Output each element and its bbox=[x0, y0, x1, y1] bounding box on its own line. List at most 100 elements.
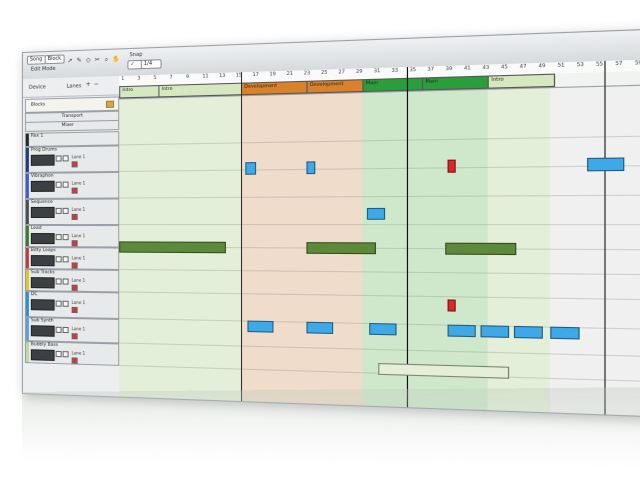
hand-tool-icon[interactable]: ✋ bbox=[112, 56, 120, 63]
mute-button[interactable] bbox=[55, 278, 62, 285]
note-clip[interactable] bbox=[550, 326, 580, 340]
note-clip[interactable] bbox=[587, 157, 625, 172]
record-enable-button[interactable] bbox=[71, 262, 78, 269]
solo-button[interactable] bbox=[62, 234, 69, 241]
track-bitty-loops[interactable]: Bitty Loops Lane 1 bbox=[24, 247, 120, 270]
track-color-strip bbox=[25, 226, 29, 247]
device-thumbnail-icon[interactable] bbox=[30, 325, 55, 337]
mute-button[interactable] bbox=[55, 350, 62, 358]
device-thumbnail-icon[interactable] bbox=[30, 255, 55, 267]
ruler-tick: 39 bbox=[445, 66, 453, 73]
ruler-tick: 1 bbox=[121, 76, 125, 83]
block-intro[interactable]: Intro bbox=[487, 73, 556, 89]
solo-button[interactable] bbox=[62, 207, 69, 214]
mute-button[interactable] bbox=[55, 181, 62, 188]
ruler-tick: 47 bbox=[519, 64, 527, 71]
mute-button[interactable] bbox=[55, 155, 62, 162]
sequencer-arrangement-area[interactable]: 1 3 5 7 9 11 13 15 17 19 21 23 25 27 29 31 33 35 37 39 41 43 4… bbox=[119, 58, 640, 418]
ruler-tick: 43 bbox=[482, 65, 490, 72]
track-sequence[interactable]: Sequence Lane 1 bbox=[24, 198, 120, 226]
solo-button[interactable] bbox=[62, 300, 69, 307]
block-development[interactable]: Development bbox=[306, 79, 367, 94]
lane-label: Lane 1 bbox=[71, 350, 86, 356]
snap-value-select[interactable]: 1/4 bbox=[140, 59, 162, 70]
ruler-tick: 9 bbox=[186, 74, 190, 81]
solo-button[interactable] bbox=[62, 326, 69, 334]
solo-button[interactable] bbox=[62, 351, 69, 358]
eraser-tool-icon[interactable]: ◇ bbox=[85, 57, 92, 64]
note-clip[interactable] bbox=[306, 321, 334, 334]
track-bubbly-bass[interactable]: Bubbly Bass Lane 1 bbox=[24, 341, 120, 366]
arrow-tool-icon[interactable]: ➚ bbox=[67, 57, 74, 64]
device-thumbnail-icon[interactable] bbox=[30, 349, 55, 361]
window-reflection bbox=[22, 386, 640, 468]
track-color-strip bbox=[25, 199, 29, 225]
device-thumbnail-icon[interactable] bbox=[30, 277, 55, 289]
note-clip[interactable] bbox=[480, 325, 510, 338]
note-clip[interactable] bbox=[447, 324, 476, 338]
note-clip[interactable] bbox=[119, 241, 226, 254]
mute-button[interactable] bbox=[55, 234, 62, 241]
song-position-marker[interactable] bbox=[406, 66, 409, 408]
solo-button[interactable] bbox=[62, 256, 69, 263]
record-enable-button[interactable] bbox=[71, 333, 78, 340]
track-dc[interactable]: DC Lane 1 bbox=[24, 291, 120, 319]
magnify-tool-icon[interactable]: ⌕ bbox=[103, 56, 110, 63]
block-intro[interactable]: Intro bbox=[158, 82, 246, 98]
track-sub-tracks[interactable]: Sub Tracks Lane 1 bbox=[24, 269, 120, 293]
record-enable-button[interactable] bbox=[71, 306, 78, 314]
block-mode-button[interactable]: Block bbox=[44, 54, 65, 65]
device-thumbnail-icon[interactable] bbox=[30, 206, 55, 218]
device-thumbnail-icon[interactable] bbox=[30, 233, 55, 245]
note-clip[interactable] bbox=[445, 242, 517, 256]
track-lead[interactable]: Lead Lane 1 bbox=[24, 225, 120, 248]
blocks-toggle-icon[interactable] bbox=[105, 100, 115, 108]
block-main[interactable]: Main bbox=[362, 77, 427, 93]
note-clip[interactable] bbox=[513, 325, 543, 339]
device-thumbnail-icon[interactable] bbox=[30, 154, 55, 166]
note-clip[interactable] bbox=[306, 242, 376, 255]
track-sub-synth[interactable]: Sub Synth Lane 1 bbox=[24, 317, 120, 344]
ruler-tick: 53 bbox=[576, 62, 584, 69]
block-intro[interactable]: Intro bbox=[119, 84, 163, 99]
razor-tool-icon[interactable]: ✂ bbox=[94, 56, 101, 63]
record-enable-button[interactable] bbox=[71, 240, 78, 247]
record-enable-button[interactable] bbox=[71, 357, 78, 364]
mute-button[interactable] bbox=[55, 326, 62, 333]
record-enable-button[interactable] bbox=[71, 213, 78, 220]
note-clip[interactable] bbox=[366, 207, 386, 220]
solo-button[interactable] bbox=[62, 278, 69, 285]
note-clip[interactable] bbox=[247, 320, 274, 333]
solo-button[interactable] bbox=[62, 155, 69, 162]
note-clip[interactable] bbox=[306, 161, 316, 175]
track-prog-drums[interactable]: Prog Drums Lane 1 bbox=[24, 145, 120, 173]
device-thumbnail-icon[interactable] bbox=[30, 180, 55, 192]
lane-label: Lane 1 bbox=[71, 299, 86, 306]
block-main[interactable]: Main bbox=[421, 75, 493, 91]
pencil-tool-icon[interactable]: ✎ bbox=[76, 57, 83, 64]
record-enable-button[interactable] bbox=[71, 161, 78, 168]
track-rex-1[interactable]: Rex 1 bbox=[24, 131, 120, 147]
left-locator-marker[interactable] bbox=[240, 72, 243, 402]
lane-row[interactable] bbox=[119, 165, 640, 199]
solo-button[interactable] bbox=[62, 181, 69, 188]
record-enable-button[interactable] bbox=[71, 284, 78, 291]
add-lane-icon[interactable]: + bbox=[85, 81, 92, 88]
mixer-track[interactable]: Mixer bbox=[24, 119, 120, 132]
block-development[interactable]: Development bbox=[240, 80, 311, 96]
remove-lane-icon[interactable]: − bbox=[93, 81, 100, 88]
track-name: Bubbly Bass bbox=[30, 342, 59, 348]
end-marker[interactable] bbox=[604, 60, 606, 415]
note-clip[interactable] bbox=[447, 159, 456, 173]
note-clip[interactable] bbox=[447, 299, 456, 312]
mute-button[interactable] bbox=[55, 256, 62, 263]
song-mode-button[interactable]: Song bbox=[26, 55, 46, 65]
mute-button[interactable] bbox=[55, 300, 62, 307]
note-clip[interactable] bbox=[245, 162, 257, 175]
note-clip[interactable] bbox=[369, 322, 397, 336]
mute-button[interactable] bbox=[55, 207, 62, 214]
record-enable-button[interactable] bbox=[71, 187, 78, 194]
track-color-strip bbox=[25, 318, 29, 341]
track-vibraphon[interactable]: Vibraphon Lane 1 bbox=[24, 171, 120, 199]
device-thumbnail-icon[interactable] bbox=[30, 299, 55, 311]
